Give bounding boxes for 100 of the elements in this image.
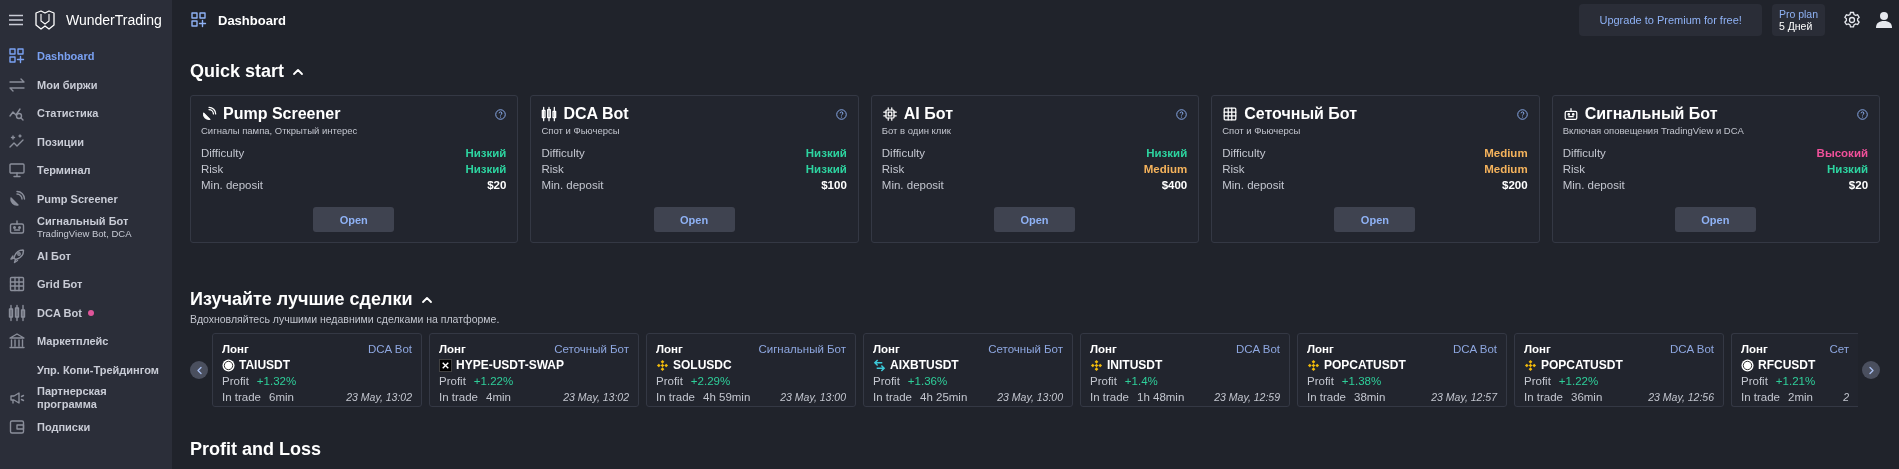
trade-date: 23 May, 13:02 (346, 390, 412, 405)
sidebar-item[interactable]: Dashboard (0, 42, 172, 71)
help-icon[interactable] (1516, 108, 1528, 120)
bot-icon (1562, 106, 1579, 122)
profit-label: Profit (222, 374, 249, 389)
upgrade-button[interactable]: Upgrade to Premium for free! (1579, 4, 1762, 36)
row-value: $20 (1848, 178, 1869, 193)
row-label: Difficulty (201, 146, 245, 161)
nav-icon (8, 275, 26, 294)
sidebar-item[interactable]: Позиции (0, 127, 172, 156)
scroll-left-button[interactable] (190, 361, 208, 379)
bot-icon (881, 106, 898, 122)
duration-label: In trade (222, 390, 261, 405)
duration-value: 38min (1354, 390, 1386, 405)
nav-icon (8, 161, 26, 180)
sidebar-item[interactable]: Grid Бот (0, 270, 172, 299)
row-value: Medium (1484, 162, 1528, 177)
scroll-right-button[interactable] (1862, 361, 1880, 379)
duration-label: In trade (656, 390, 695, 405)
coin-icon (1090, 358, 1103, 372)
open-button[interactable]: Open (313, 207, 395, 232)
row-value: $20 (487, 178, 507, 193)
bot-type: DCA Bot (1452, 342, 1497, 357)
profit-label: Profit (439, 374, 466, 389)
row-label: Min. deposit (1562, 178, 1625, 193)
row-label: Min. deposit (201, 178, 263, 193)
sidebar-item[interactable]: Статистика (0, 99, 172, 128)
settings-icon[interactable] (1843, 11, 1861, 29)
profit-value: +1.32% (256, 374, 297, 389)
nav-icon (8, 189, 26, 208)
open-button[interactable]: Open (1334, 207, 1416, 232)
trade-side: Лонг (873, 342, 900, 357)
nav-icon (8, 47, 26, 66)
trade-date: 23 May, 13:00 (997, 390, 1063, 405)
section-title: Изучайте лучшие сделки (190, 289, 413, 310)
trade-date: 2 (1843, 390, 1849, 405)
nav-icon (8, 332, 26, 351)
trade-side: Лонг (1741, 342, 1768, 357)
profit-label: Profit (656, 374, 683, 389)
duration-value: 4min (486, 390, 511, 405)
bot-type: DCA Bot (367, 342, 412, 357)
open-button[interactable]: Open (994, 207, 1075, 232)
bot-type: DCA Bot (1235, 342, 1280, 357)
sidebar-item[interactable]: Мои биржи (0, 70, 172, 99)
card-title: AI Бот (903, 105, 954, 123)
sidebar-item[interactable]: Упр. Копи-Трейдингом (0, 355, 172, 384)
chevron-right-icon (1866, 365, 1876, 375)
row-value: Низкий (805, 162, 847, 177)
profit-label: Profit (1090, 374, 1117, 389)
help-icon[interactable] (1857, 108, 1869, 120)
sidebar-item[interactable]: Сигнальный Бот TradingView Bot, DCA (0, 213, 172, 242)
trading-pair: POPCATUSDT (1541, 357, 1623, 373)
duration-value: 4h 59min (703, 390, 751, 405)
profit-value: +1.4% (1124, 374, 1158, 389)
coin-icon (1741, 358, 1754, 372)
row-label: Risk (1562, 162, 1585, 177)
open-button[interactable]: Open (1674, 207, 1756, 232)
duration-value: 6min (269, 390, 294, 405)
trade-side: Лонг (222, 342, 249, 357)
logo-icon (34, 10, 56, 30)
trade-date: 23 May, 13:02 (563, 390, 629, 405)
sidebar-item[interactable]: Подписки (0, 412, 172, 441)
row-value: Низкий (1146, 146, 1188, 161)
coin-icon (222, 358, 235, 372)
duration-value: 36min (1571, 390, 1603, 405)
sidebar-item[interactable]: Pump Screener (0, 184, 172, 213)
sidebar-item[interactable]: AI Бот (0, 241, 172, 270)
row-value: $100 (821, 178, 847, 193)
coin-icon (1524, 358, 1537, 372)
help-icon[interactable] (1176, 108, 1188, 120)
help-icon[interactable] (835, 108, 847, 120)
row-value: Низкий (465, 162, 507, 177)
menu-icon[interactable] (8, 12, 24, 28)
trade-date: 23 May, 12:57 (1431, 390, 1497, 405)
bot-icon (541, 106, 558, 122)
section-title: Quick start (190, 61, 285, 82)
trade-side: Лонг (656, 342, 683, 357)
profit-value: +1.36% (907, 374, 948, 389)
plan-text: 5 Дней (1778, 20, 1814, 32)
row-value: Medium (1143, 162, 1188, 177)
sidebar-item[interactable]: Терминал (0, 156, 172, 185)
row-label: Risk (1222, 162, 1245, 177)
trade-side: Лонг (1307, 342, 1334, 357)
row-value: Высокий (1816, 146, 1869, 161)
bot-type: DCA Bot (1669, 342, 1714, 357)
row-label: Difficulty (1562, 146, 1606, 161)
profit-label: Profit (1524, 374, 1551, 389)
sidebar-item[interactable]: Партнерская программа (0, 384, 172, 413)
trading-pair: RFCUSDT (1758, 357, 1816, 373)
sidebar-item[interactable]: DCA Bot (0, 298, 172, 327)
card-subtitle: Спот и Фьючерсы (541, 125, 621, 136)
help-icon[interactable] (495, 108, 507, 120)
section-subtitle: Вдохновляйтесь лучшими недавними сделками на платформе. (190, 313, 501, 325)
duration-label: In trade (1741, 390, 1780, 405)
row-label: Difficulty (1222, 146, 1266, 161)
open-button[interactable]: Open (653, 207, 735, 232)
user-icon[interactable] (1875, 11, 1893, 29)
sidebar-item[interactable]: Маркетплейс (0, 327, 172, 356)
brand-name: WunderTrading (66, 12, 162, 28)
section-title: Profit and Loss (190, 439, 321, 460)
